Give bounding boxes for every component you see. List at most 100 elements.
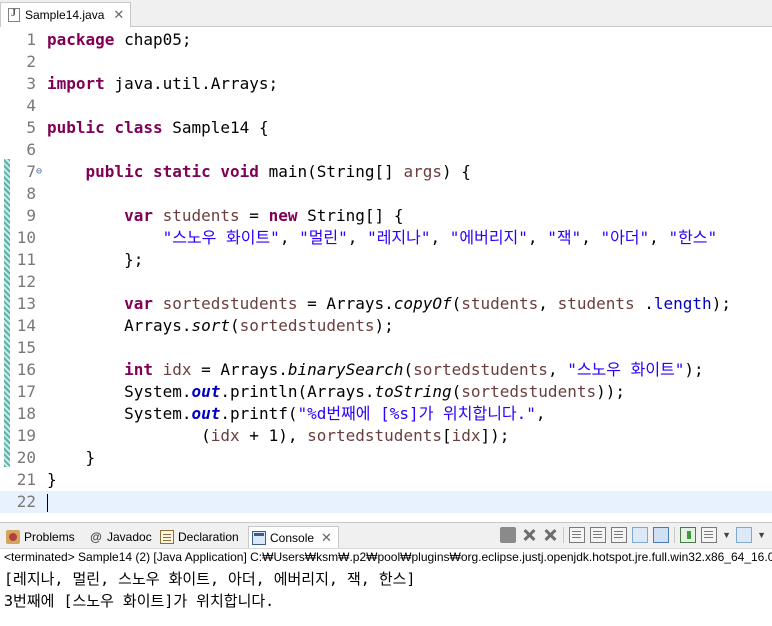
clear-console-icon[interactable]: [569, 527, 586, 543]
code-text: public static void main(String[] args) {: [47, 161, 471, 183]
code-line[interactable]: 13 var sortedstudents = Arrays.copyOf(st…: [0, 293, 772, 315]
code-line[interactable]: 3 import java.util.Arrays;: [0, 73, 772, 95]
line-number: 7: [26, 162, 36, 181]
code-line[interactable]: 10 "스노우 화이트", "멀린", "레지나", "에버리지", "잭", …: [0, 227, 772, 249]
code-token: .: [634, 294, 654, 313]
code-token: idx: [162, 360, 192, 379]
code-token: Arrays.: [47, 316, 192, 335]
code-token: chap05;: [114, 30, 192, 49]
code-token: ) {: [441, 162, 471, 181]
line-number: 5: [26, 118, 36, 137]
code-token: class: [114, 118, 163, 137]
code-line[interactable]: 12: [0, 271, 772, 293]
code-line[interactable]: 18 System.out.printf("%d번째에 [%s]가 위치합니다.…: [0, 403, 772, 425]
scroll-lock-icon[interactable]: [590, 527, 607, 543]
code-line[interactable]: 6: [0, 139, 772, 161]
code-line[interactable]: 5 public class Sample14 {: [0, 117, 772, 139]
code-token: ,: [347, 228, 368, 247]
line-number: 8: [26, 184, 36, 203]
code-line[interactable]: 14 Arrays.sort(sortedstudents);: [0, 315, 772, 337]
code-line[interactable]: 4: [0, 95, 772, 117]
code-line[interactable]: 11 };: [0, 249, 772, 271]
line-number: 22: [16, 492, 36, 511]
code-line[interactable]: 20 }: [0, 447, 772, 469]
code-text: System.out.printf("%d번째에 [%s]가 위치합니다.",: [47, 403, 546, 425]
code-token: out: [191, 382, 221, 401]
line-number: 3: [26, 74, 36, 93]
code-token: ,: [527, 228, 548, 247]
code-line[interactable]: 8: [0, 183, 772, 205]
code-line[interactable]: 16 int idx = Arrays.binarySearch(sorteds…: [0, 359, 772, 381]
show-console-on-stderr-icon[interactable]: [653, 527, 670, 543]
code-token: + 1),: [239, 426, 308, 445]
terminate-icon[interactable]: [500, 527, 517, 543]
code-token: .println(Arrays.: [220, 382, 375, 401]
close-icon[interactable]: ✕: [321, 530, 332, 546]
code-line[interactable]: 22: [0, 491, 772, 513]
console-panel: Problems @ Javadoc Declaration Console ✕: [0, 522, 772, 626]
code-token: );: [711, 294, 731, 313]
tab-problems[interactable]: Problems: [6, 526, 75, 548]
word-wrap-icon[interactable]: [611, 527, 628, 543]
code-text: }: [47, 447, 96, 469]
editor-tab-sample14[interactable]: Sample14.java ✕: [0, 2, 131, 27]
fold-collapse-icon[interactable]: ⊖: [36, 161, 42, 183]
code-text: import java.util.Arrays;: [47, 73, 278, 95]
code-token: students: [162, 206, 240, 225]
line-number: 20: [16, 448, 36, 467]
code-token: );: [374, 316, 394, 335]
code-token: Sample14 {: [162, 118, 269, 137]
code-line[interactable]: 21}: [0, 469, 772, 491]
line-number: 13: [16, 294, 36, 313]
tab-console[interactable]: Console ✕: [248, 526, 339, 548]
show-console-on-stdout-icon[interactable]: [632, 527, 649, 543]
tab-declaration[interactable]: Declaration: [160, 526, 239, 548]
code-token: = Arrays.: [297, 294, 394, 313]
code-line[interactable]: 9 var students = new String[] {: [0, 205, 772, 227]
code-token: = Arrays.: [191, 360, 288, 379]
open-console-icon[interactable]: [736, 527, 753, 543]
code-token: ,: [649, 228, 669, 247]
line-number: 11: [16, 250, 36, 269]
line-number: 12: [16, 272, 36, 291]
panel-tab-bar: Problems @ Javadoc Declaration Console ✕: [0, 523, 772, 549]
code-line[interactable]: 15: [0, 337, 772, 359]
code-token: sortedstudents: [461, 382, 597, 401]
code-token: "레지나": [367, 228, 431, 247]
code-line[interactable]: 2: [0, 51, 772, 73]
console-output[interactable]: [레지나, 멀린, 스노우 화이트, 아더, 에버리지, 잭, 한스] 3번째에…: [4, 568, 415, 612]
code-lines: 1 package chap05; 2 3 import java.util.Array…: [0, 29, 772, 513]
remove-all-terminated-icon[interactable]: [542, 527, 558, 543]
code-token: "멀린": [299, 228, 348, 247]
chevron-down-icon[interactable]: ▼: [722, 530, 731, 540]
display-selected-console-icon[interactable]: [701, 527, 718, 543]
code-line[interactable]: 17 System.out.println(Arrays.toString(so…: [0, 381, 772, 403]
close-icon[interactable]: ✕: [113, 7, 124, 23]
tab-javadoc[interactable]: @ Javadoc: [89, 526, 152, 548]
code-text: public class Sample14 {: [47, 117, 269, 139]
code-line[interactable]: 1 package chap05;: [0, 29, 772, 51]
pin-console-icon[interactable]: [680, 527, 697, 543]
line-number: 16: [16, 360, 36, 379]
code-line[interactable]: 7 ⊖ public static void main(String[] args…: [0, 161, 772, 183]
text-caret: [47, 493, 48, 512]
code-token: ));: [596, 382, 625, 401]
code-line[interactable]: 19 (idx + 1), sortedstudents[idx]);: [0, 425, 772, 447]
chevron-down-icon[interactable]: ▼: [757, 530, 766, 540]
code-token: System.: [47, 404, 192, 423]
code-token: package: [47, 30, 115, 49]
remove-launch-icon[interactable]: [521, 527, 537, 543]
code-text: var students = new String[] {: [47, 205, 403, 227]
line-number: 21: [16, 470, 36, 489]
code-editor[interactable]: 1 package chap05; 2 3 import java.util.Array…: [0, 27, 772, 513]
code-token: (: [451, 294, 462, 313]
console-toolbar: ▼ ▼: [500, 527, 766, 543]
code-token: ,: [547, 360, 568, 379]
code-token: .printf(: [220, 404, 298, 423]
line-number: 17: [16, 382, 36, 401]
